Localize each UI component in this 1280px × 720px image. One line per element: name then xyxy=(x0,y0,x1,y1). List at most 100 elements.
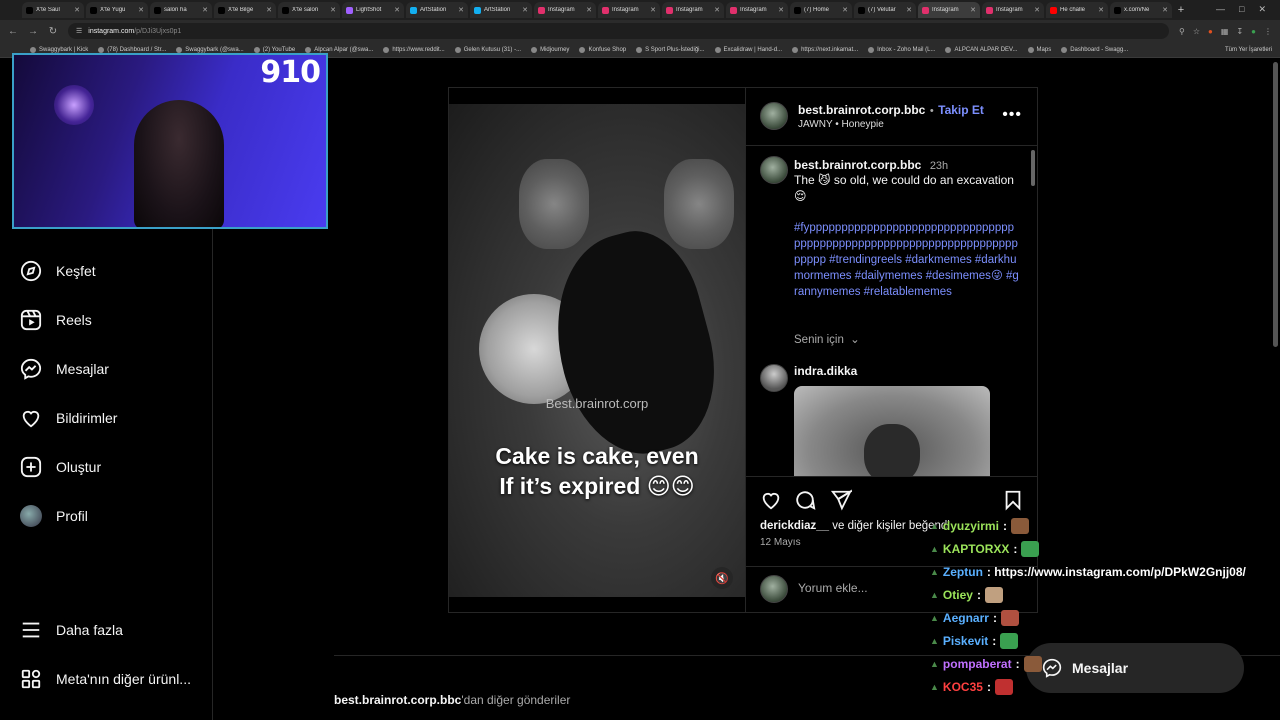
browser-tab[interactable]: He challe ✕ xyxy=(1046,2,1108,18)
sidebar-item-create[interactable]: Oluştur xyxy=(20,456,101,478)
more-posts-user[interactable]: best.brainrot.corp.bbc xyxy=(334,693,461,707)
forward-icon[interactable]: → xyxy=(28,26,38,37)
browser-tab[interactable]: Instagram ✕ xyxy=(918,2,980,18)
sidebar-item-profile[interactable]: Profil xyxy=(20,505,88,527)
browser-tab[interactable]: (7) Velutar ✕ xyxy=(854,2,916,18)
for-you-label[interactable]: Senin için ⌄ xyxy=(794,332,860,346)
tab-close-icon[interactable]: ✕ xyxy=(970,6,976,14)
download-icon[interactable]: ↧ xyxy=(1236,27,1243,36)
browser-tab[interactable]: Instagram ✕ xyxy=(598,2,660,18)
bookmark-item[interactable]: Inbox - Zoho Mail (L... xyxy=(868,46,935,53)
browser-tab[interactable]: ArtStation ✕ xyxy=(470,2,532,18)
browser-tab[interactable]: (7) Home ✕ xyxy=(790,2,852,18)
bookmark-item[interactable]: Swaggybark (@swa... xyxy=(176,46,244,53)
browser-tab[interactable]: Instagram ✕ xyxy=(534,2,596,18)
like-heart-icon[interactable] xyxy=(760,489,782,511)
caption-author-avatar[interactable] xyxy=(760,156,788,184)
share-icon[interactable] xyxy=(830,489,852,511)
url-field[interactable]: ☰ instagram.com/p/DJi3Ujxs0p1 xyxy=(68,23,1170,39)
bookmark-item[interactable]: (78) Dashboard / Str... xyxy=(98,46,166,53)
tab-close-icon[interactable]: ✕ xyxy=(266,6,272,14)
profile-icon[interactable]: ● xyxy=(1251,27,1256,36)
browser-tab[interactable]: LightShot ✕ xyxy=(342,2,404,18)
maximize-icon[interactable]: □ xyxy=(1239,4,1244,15)
all-bookmarks-folder[interactable]: Tüm Yer İşaretleri xyxy=(1225,47,1280,53)
likes-user[interactable]: derickdiaz__ xyxy=(760,520,829,532)
back-icon[interactable]: ← xyxy=(8,26,18,37)
sidebar-item-meta[interactable]: Meta'nın diğer ürünl... xyxy=(20,668,191,690)
commenter-avatar[interactable] xyxy=(760,364,788,392)
tab-close-icon[interactable]: ✕ xyxy=(586,6,592,14)
browser-tab[interactable]: salon ha ✕ xyxy=(150,2,212,18)
browser-tab[interactable]: x.com/Ne ✕ xyxy=(1110,2,1172,18)
audio-info[interactable]: JAWNY • Honeypie xyxy=(798,119,884,130)
bookmark-item[interactable]: Alpcan Alpar (@swa... xyxy=(305,46,373,53)
comments-scrollbar[interactable] xyxy=(1031,148,1035,478)
extension-icon[interactable]: ● xyxy=(1208,27,1213,36)
sidebar-item-explore[interactable]: Keşfet xyxy=(20,260,96,282)
browser-tab[interactable]: Instagram ✕ xyxy=(726,2,788,18)
tab-close-icon[interactable]: ✕ xyxy=(458,6,464,14)
site-info-icon[interactable]: ☰ xyxy=(76,27,82,35)
browser-tab[interactable]: X'te Yugu ✕ xyxy=(86,2,148,18)
tab-close-icon[interactable]: ✕ xyxy=(202,6,208,14)
tab-close-icon[interactable]: ✕ xyxy=(842,6,848,14)
browser-tab[interactable]: X'te Saul ✕ xyxy=(22,2,84,18)
post-video[interactable]: Best.brainrot.corp Cake is cake, even If… xyxy=(449,104,745,597)
follow-button[interactable]: Takip Et xyxy=(938,103,984,117)
tab-close-icon[interactable]: ✕ xyxy=(714,6,720,14)
tab-close-icon[interactable]: ✕ xyxy=(330,6,336,14)
author-avatar[interactable] xyxy=(760,102,788,130)
bookmark-item[interactable]: https://www.reddit... xyxy=(383,46,445,53)
bookmark-item[interactable]: ALPCAN ALPAR DEV... xyxy=(945,46,1018,53)
comment-image[interactable] xyxy=(794,386,990,476)
bookmark-item[interactable]: Swaggybark | Kick xyxy=(30,46,88,53)
bookmark-item[interactable]: Konfuse Shop xyxy=(579,46,626,53)
caption-hashtags[interactable]: #fyppppppppppppppppppppppppppppppppppppp… xyxy=(794,220,1020,300)
sidebar-item-messages[interactable]: Mesajlar xyxy=(20,358,109,380)
puzzle-icon[interactable]: ▦ xyxy=(1221,27,1229,36)
sidebar-item-reels[interactable]: Reels xyxy=(20,309,92,331)
menu-icon[interactable]: ⋮ xyxy=(1264,27,1272,36)
bookmark-item[interactable]: (2) YouTube xyxy=(253,46,295,53)
tab-close-icon[interactable]: ✕ xyxy=(650,6,656,14)
bookmark-item[interactable]: Gelen Kutusu (31) -... xyxy=(454,46,521,53)
bookmark-item[interactable]: S Sport Plus-İstediği... xyxy=(636,46,705,53)
tab-close-icon[interactable]: ✕ xyxy=(138,6,144,14)
sidebar-item-notifications[interactable]: Bildirimler xyxy=(20,407,117,429)
mute-icon[interactable]: 🔇 xyxy=(711,567,733,589)
browser-tab[interactable]: Instagram ✕ xyxy=(662,2,724,18)
scrollbar-thumb[interactable] xyxy=(1031,150,1035,186)
tab-close-icon[interactable]: ✕ xyxy=(74,6,80,14)
bookmark-star-icon[interactable]: ☆ xyxy=(1193,27,1200,36)
bookmark-item[interactable]: Maps xyxy=(1027,46,1051,53)
browser-tab[interactable]: ArtStation ✕ xyxy=(406,2,468,18)
browser-tab[interactable]: X'te Bilge ✕ xyxy=(214,2,276,18)
sidebar-item-more[interactable]: Daha fazla xyxy=(20,619,123,641)
comment-icon[interactable] xyxy=(794,489,816,511)
tab-close-icon[interactable]: ✕ xyxy=(1162,6,1168,14)
tab-close-icon[interactable]: ✕ xyxy=(394,6,400,14)
tab-close-icon[interactable]: ✕ xyxy=(906,6,912,14)
bookmark-item[interactable]: https://next.inkamat... xyxy=(792,46,858,53)
tab-close-icon[interactable]: ✕ xyxy=(1098,6,1104,14)
reload-icon[interactable]: ↻ xyxy=(48,26,58,37)
bookmark-item[interactable]: Midjourney xyxy=(531,46,569,53)
author-username[interactable]: best.brainrot.corp.bbc xyxy=(798,103,925,117)
new-tab-icon[interactable]: + xyxy=(1174,4,1188,16)
page-scrollbar[interactable] xyxy=(1273,62,1278,347)
zoom-icon[interactable]: ⚲ xyxy=(1179,27,1185,36)
commenter-username[interactable]: indra.dikka xyxy=(794,364,857,378)
bookmark-item[interactable]: Excalidraw | Hand-d... xyxy=(714,46,782,53)
save-bookmark-icon[interactable] xyxy=(1002,489,1024,511)
bookmark-item[interactable]: Dashboard - Swagg... xyxy=(1061,46,1128,53)
tab-close-icon[interactable]: ✕ xyxy=(778,6,784,14)
likes-summary[interactable]: derickdiaz__ ve diğer kişiler beğendi xyxy=(760,520,950,532)
close-window-icon[interactable]: ✕ xyxy=(1258,4,1266,15)
browser-tab[interactable]: Instagram ✕ xyxy=(982,2,1044,18)
caption-username[interactable]: best.brainrot.corp.bbc xyxy=(794,158,921,172)
tab-close-icon[interactable]: ✕ xyxy=(1034,6,1040,14)
more-options-icon[interactable]: ••• xyxy=(1002,106,1022,124)
tab-close-icon[interactable]: ✕ xyxy=(522,6,528,14)
minimize-icon[interactable]: — xyxy=(1216,4,1225,15)
